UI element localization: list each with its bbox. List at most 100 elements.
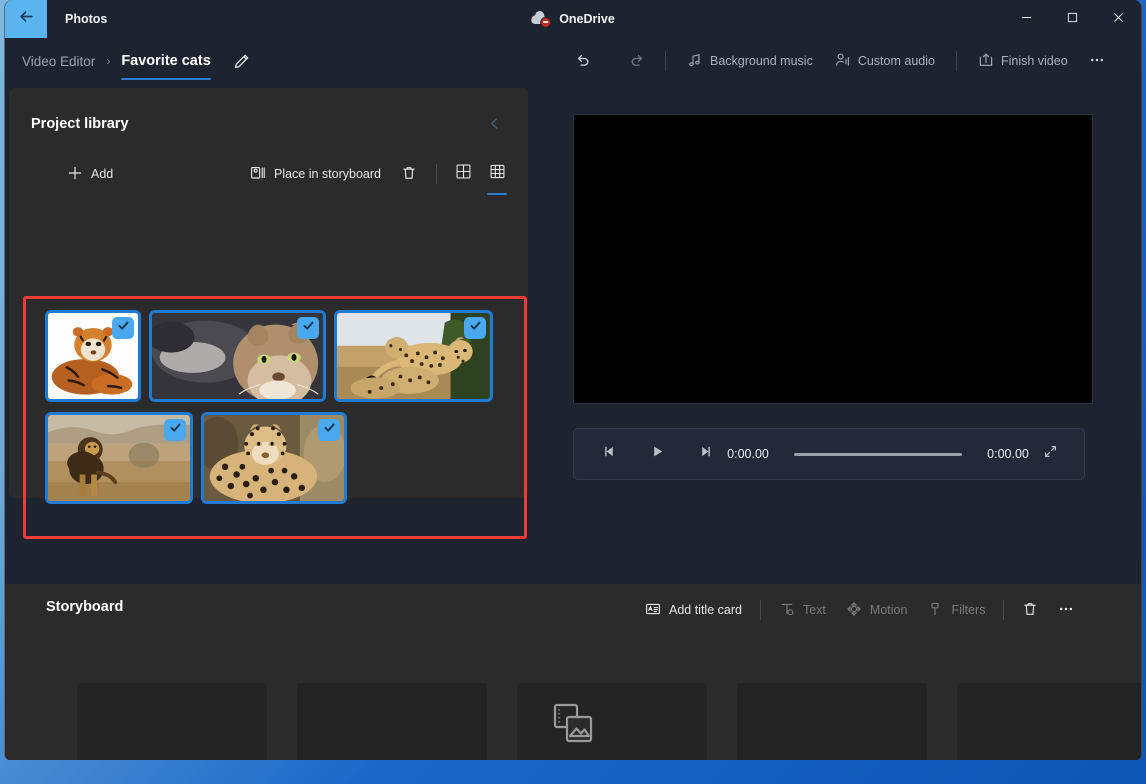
next-frame-icon [698,444,713,464]
background-music-button[interactable]: Background music [676,45,824,77]
fullscreen-button[interactable] [1034,438,1066,470]
filters-icon [927,601,943,620]
back-button[interactable] [5,0,47,38]
storyboard-slot[interactable] [77,683,267,760]
place-in-storyboard-icon [250,165,266,184]
custom-audio-button[interactable]: Custom audio [824,45,946,77]
previous-frame-button[interactable] [592,437,626,471]
motion-button[interactable]: Motion [836,594,918,626]
checkmark-icon [117,319,130,337]
storyboard-panel: Storyboard Add title card [5,584,1141,760]
play-button[interactable] [640,437,674,471]
breadcrumb-video-editor[interactable]: Video Editor [22,54,95,69]
selection-checkbox[interactable] [297,317,319,339]
next-frame-button[interactable] [688,437,722,471]
finish-video-label: Finish video [1001,54,1068,68]
filters-label: Filters [951,603,985,617]
maximize-button[interactable] [1049,0,1095,38]
storyboard-toolbar: Storyboard Add title card [5,584,1141,636]
storyboard-slot[interactable] [957,683,1142,760]
place-in-storyboard-label: Place in storyboard [274,167,381,181]
pencil-icon[interactable] [233,53,250,70]
plus-icon [67,165,83,184]
onedrive-status[interactable]: OneDrive [531,12,615,27]
app-title: Photos [65,12,107,26]
maximize-icon [1067,10,1078,28]
add-title-card-label: Add title card [669,603,742,617]
text-button[interactable]: Text [769,594,836,626]
ellipsis-icon [1058,601,1074,620]
background-music-label: Background music [710,54,813,68]
undo-button[interactable] [565,45,601,77]
grid-large-icon [455,163,472,185]
playback-controls: 0:00.00 0:00.00 [573,428,1085,480]
selection-checkbox[interactable] [164,419,186,441]
export-share-icon [978,52,994,71]
library-item-cheetahs[interactable] [334,310,493,402]
breadcrumb-project-name[interactable]: Favorite cats [121,53,210,80]
window-controls [1003,0,1141,38]
video-preview: 0:00.00 0:00.00 [573,114,1095,480]
onedrive-label: OneDrive [559,12,615,26]
view-small-thumbnails-button[interactable] [480,158,514,190]
play-icon [650,444,665,464]
finish-video-button[interactable]: Finish video [967,45,1079,77]
more-options-button[interactable] [1079,45,1115,77]
redo-icon [629,52,645,71]
total-time: 0:00.00 [982,447,1034,461]
minimize-icon [1021,10,1032,28]
filters-button[interactable]: Filters [917,594,995,626]
motion-icon [846,601,862,620]
library-delete-button[interactable] [391,158,427,190]
grid-small-icon [489,163,506,185]
minimize-button[interactable] [1003,0,1049,38]
library-header: Project library [9,88,528,135]
close-icon [1113,10,1124,28]
view-large-thumbnails-button[interactable] [446,158,480,190]
photos-app-window: Photos OneDrive [4,0,1142,760]
library-title: Project library [31,116,129,132]
fullscreen-icon [1043,444,1058,464]
ellipsis-icon [1089,52,1105,71]
storyboard-divider-2 [1003,600,1004,620]
library-item-cougar[interactable] [149,310,326,402]
checkmark-icon [302,319,315,337]
redo-button[interactable] [619,45,655,77]
storyboard-delete-button[interactable] [1012,594,1048,626]
storyboard-slot[interactable] [517,683,707,760]
selection-checkbox[interactable] [464,317,486,339]
music-note-icon [687,52,703,71]
checkmark-icon [323,421,336,439]
add-button[interactable]: Add [57,158,123,190]
library-item-lion[interactable] [45,412,193,504]
library-toolbar-divider [436,164,437,184]
library-thumbnail-grid [45,310,505,504]
editor-toolbar: Background music Custom audio Finish vid… [565,38,1115,84]
library-item-leopard[interactable] [201,412,347,504]
toolbar-divider-2 [956,51,957,71]
checkmark-icon [169,421,182,439]
selection-checkbox[interactable] [318,419,340,441]
place-in-storyboard-button[interactable]: Place in storyboard [240,158,391,190]
custom-audio-label: Custom audio [858,54,935,68]
playback-scrubber[interactable] [794,453,962,456]
motion-label: Motion [870,603,908,617]
storyboard-divider-1 [760,600,761,620]
chevron-left-icon[interactable] [483,112,506,135]
previous-frame-icon [602,444,617,464]
trash-icon [1022,601,1038,620]
storyboard-more-button[interactable] [1048,594,1084,626]
preview-screen[interactable] [573,114,1093,404]
library-toolbar: Add Place in storyboard [9,157,528,191]
storyboard-title: Storyboard [46,599,123,615]
text-icon [779,601,795,620]
trash-icon [401,165,417,184]
add-title-card-button[interactable]: Add title card [635,594,752,626]
storyboard-slot[interactable] [297,683,487,760]
selection-checkbox[interactable] [112,317,134,339]
person-audio-icon [835,52,851,71]
storyboard-slot[interactable] [737,683,927,760]
library-item-tiger[interactable] [45,310,141,402]
add-label: Add [91,167,113,181]
close-button[interactable] [1095,0,1141,38]
